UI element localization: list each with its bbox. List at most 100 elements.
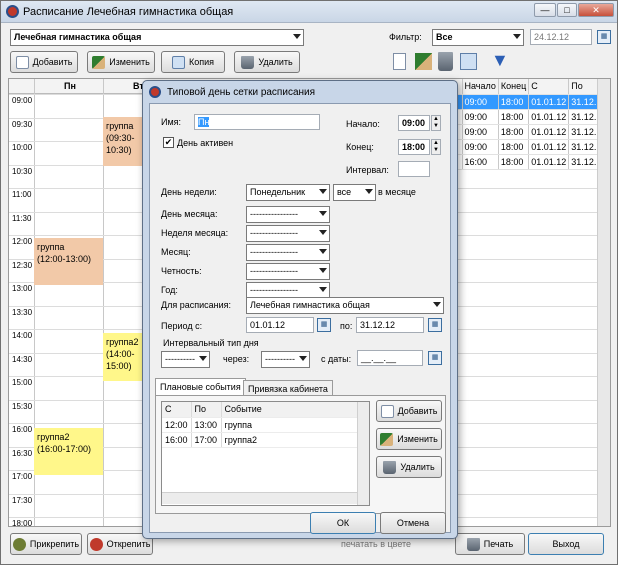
name-value: Пн — [198, 117, 210, 127]
delete-label: Удалить — [258, 57, 293, 67]
table-header[interactable]: С — [528, 79, 570, 95]
weekday-select[interactable]: Понедельник — [246, 184, 330, 201]
copy-icon[interactable] — [460, 53, 477, 70]
table-row[interactable]: 09:00 18:00 01.01.12 31.12.12 — [455, 94, 610, 110]
events-vertical-scrollbar[interactable] — [357, 402, 369, 505]
event-time: (12:00-13:00) — [37, 254, 92, 264]
event-delete-button[interactable]: Удалить — [376, 456, 442, 478]
time-label: 13:30 — [12, 307, 33, 317]
table-cell: 09:00 — [462, 124, 499, 140]
app-logo-icon — [6, 5, 19, 18]
end-input[interactable]: 18:00 — [398, 139, 430, 155]
tab-room-binding[interactable]: Привязка кабинета — [243, 380, 333, 396]
event-cell: группа — [221, 417, 358, 433]
edit-icon — [380, 432, 394, 446]
title-bar: Расписание Лечебная гимнастика общая — □… — [1, 1, 617, 23]
from-date-input[interactable]: __.__.__ — [357, 350, 423, 366]
table-cell: 01.01.12 — [528, 124, 570, 140]
end-label: Конец: — [346, 142, 374, 152]
chevron-down-icon — [319, 287, 327, 292]
edit-icon — [92, 55, 106, 69]
table-cell: 01.01.12 — [528, 94, 570, 110]
events-header[interactable]: Событие — [221, 402, 358, 418]
monthday-select[interactable]: ---------------- — [246, 206, 330, 223]
add-button[interactable]: Добавить — [10, 51, 78, 73]
edit-icon[interactable] — [415, 53, 432, 70]
new-icon[interactable] — [393, 53, 406, 70]
events-header[interactable]: С — [162, 402, 192, 418]
schedule-select[interactable]: Лечебная гимнастика общая — [10, 29, 304, 46]
name-input[interactable]: Пн — [194, 114, 320, 130]
print-color-checkbox-label[interactable]: печатать в цвете — [341, 539, 411, 549]
period-from-input[interactable]: 01.01.12 — [246, 317, 314, 333]
ok-button[interactable]: ОК — [310, 512, 376, 534]
chevron-down-icon — [293, 34, 301, 39]
period-to-input[interactable]: 31.12.12 — [356, 317, 424, 333]
chevron-down-icon — [319, 211, 327, 216]
events-horizontal-scrollbar[interactable] — [162, 492, 357, 504]
event-add-button[interactable]: Добавить — [376, 400, 442, 422]
interval-input[interactable] — [398, 161, 430, 177]
add-icon — [380, 404, 394, 418]
delete-button[interactable]: Удалить — [234, 51, 300, 73]
interval-type-select[interactable]: ---------- — [161, 351, 210, 368]
for-schedule-select[interactable]: Лечебная гимнастика общая — [246, 297, 444, 314]
close-button[interactable]: ✕ — [578, 3, 614, 17]
year-value: ---------------- — [250, 285, 298, 295]
arrow-down-icon[interactable]: ▼ — [491, 51, 509, 69]
interval-type-value: ---------- — [165, 354, 195, 364]
monthday-value: ---------------- — [250, 209, 298, 219]
cancel-button[interactable]: Отмена — [380, 512, 446, 534]
maximize-button[interactable]: □ — [557, 3, 577, 17]
tab-planned-events[interactable]: Плановые события — [155, 378, 246, 396]
month-select[interactable]: ---------------- — [246, 244, 330, 261]
event-edit-button[interactable]: Изменить — [376, 428, 442, 450]
end-spinner[interactable]: ▲ ▼ — [431, 139, 441, 155]
parity-select[interactable]: ---------------- — [246, 263, 330, 280]
table-row[interactable]: 16:00 18:00 01.01.12 31.12.12 — [455, 154, 610, 170]
print-button[interactable]: Печать — [455, 533, 525, 555]
period-to-label: по: — [340, 321, 353, 331]
from-date-label: с даты: — [321, 354, 352, 364]
right-schedule-table: Начало Конец С По 09:00 18:00 01.01.12 31.1… — [455, 79, 610, 170]
weekday-scope-select[interactable]: все — [333, 184, 376, 201]
exit-button[interactable]: Выход — [528, 533, 604, 555]
minimize-button[interactable]: — — [534, 3, 556, 17]
event-row[interactable]: 16:00 17:00 группа2 — [162, 432, 358, 448]
event-row[interactable]: 12:00 13:00 группа — [162, 417, 358, 433]
calendar-icon[interactable]: ▦ — [597, 30, 611, 44]
schedule-select-value: Лечебная гимнастика общая — [14, 32, 142, 42]
trash-icon[interactable] — [438, 52, 453, 71]
table-cell: 18:00 — [498, 139, 530, 155]
in-month-label: в месяце — [378, 187, 416, 197]
events-header[interactable]: По — [191, 402, 222, 418]
name-label: Имя: — [161, 117, 182, 127]
date-field[interactable]: 24.12.12 — [530, 29, 592, 45]
vertical-scrollbar[interactable] — [597, 79, 610, 526]
event-block[interactable]: группа2 (16:00-17:00) — [34, 428, 103, 475]
calendar-icon[interactable]: ▦ — [428, 318, 442, 332]
pin-button[interactable]: Прикрепить — [10, 533, 82, 555]
time-label: 13:00 — [12, 284, 33, 293]
table-row[interactable]: 09:00 18:00 01.01.12 31.12.12 — [455, 124, 610, 140]
table-header[interactable]: Конец — [498, 79, 530, 95]
start-input[interactable]: 09:00 — [398, 115, 430, 131]
through-select[interactable]: ---------- — [261, 351, 310, 368]
dialog-title: Типовой день сетки расписания — [167, 87, 316, 98]
event-title: группа2 — [37, 432, 70, 442]
week-of-month-select[interactable]: ---------------- — [246, 225, 330, 242]
table-row[interactable]: 09:00 18:00 01.01.12 31.12.12 — [455, 109, 610, 125]
start-spinner[interactable]: ▲ ▼ — [431, 115, 441, 131]
active-checkbox[interactable]: ✔ — [163, 137, 174, 148]
calendar-icon[interactable]: ▦ — [317, 318, 331, 332]
event-block[interactable]: группа (12:00-13:00) — [34, 238, 103, 285]
copy-button[interactable]: Копия — [161, 51, 225, 73]
filter-select[interactable]: Все — [432, 29, 524, 46]
table-header[interactable]: Начало — [462, 79, 499, 95]
chevron-down-icon — [299, 356, 307, 361]
table-row[interactable]: 09:00 18:00 01.01.12 31.12.12 — [455, 139, 610, 155]
table-cell: 01.01.12 — [528, 109, 570, 125]
calendar-icon[interactable]: ▦ — [428, 351, 442, 365]
edit-button[interactable]: Изменить — [87, 51, 155, 73]
copy-icon — [171, 55, 185, 69]
